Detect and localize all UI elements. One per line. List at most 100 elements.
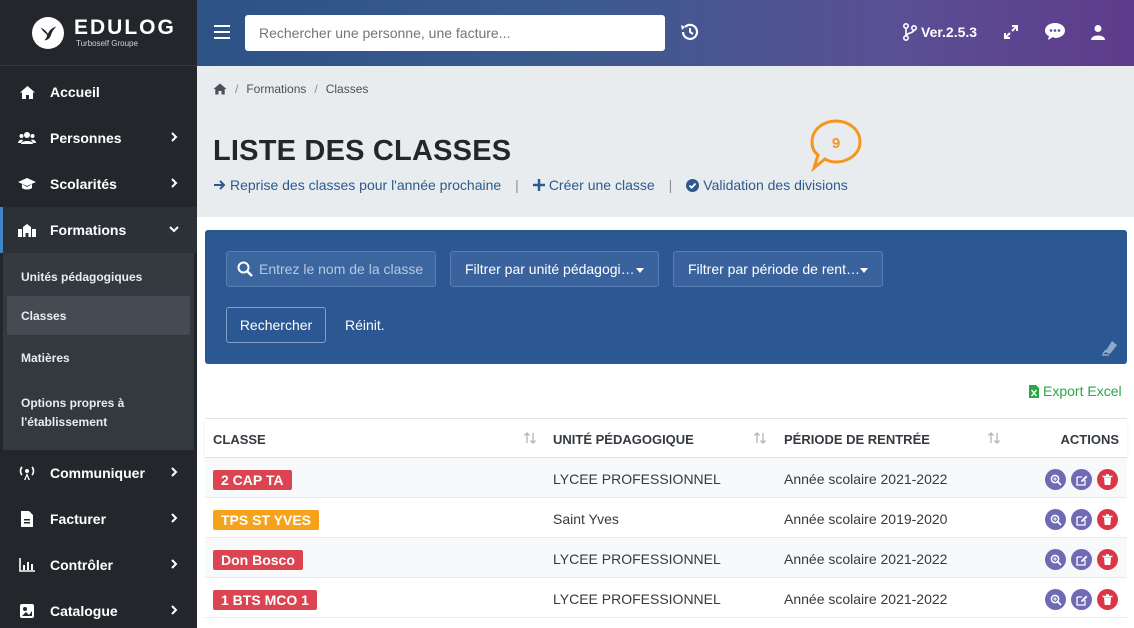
- delete-button[interactable]: [1097, 589, 1118, 610]
- sidebar-item-facturer[interactable]: Facturer: [0, 496, 197, 542]
- zoom-icon: [1050, 514, 1062, 526]
- period-cell: Année scolaire 2021-2022: [784, 471, 948, 487]
- column-header-periode[interactable]: PÉRIODE DE RENTRÉE: [784, 432, 930, 447]
- sidebar-item-accueil[interactable]: Accueil: [0, 69, 197, 115]
- filter-panel: Entrez le nom de la classe Filtrer par u…: [205, 230, 1127, 364]
- sort-icon[interactable]: [523, 431, 537, 445]
- reprise-classes-link[interactable]: Reprise des classes pour l'année prochai…: [213, 177, 501, 193]
- export-excel-button[interactable]: Export Excel: [1029, 383, 1122, 399]
- class-tag[interactable]: 1 BTS MCO 1: [213, 590, 317, 610]
- hamburger-menu-icon[interactable]: [214, 25, 230, 39]
- sidebar-item-catalogue[interactable]: Catalogue: [0, 588, 197, 628]
- row-actions: [1045, 549, 1123, 570]
- delete-button[interactable]: [1097, 509, 1118, 530]
- caret-down-icon: [636, 268, 644, 273]
- user-icon[interactable]: [1090, 24, 1106, 40]
- catalogue-icon: [17, 603, 37, 619]
- caret-down-icon: [860, 268, 868, 273]
- create-class-link[interactable]: Créer une classe: [532, 177, 655, 193]
- sidebar-item-scolarites[interactable]: Scolarités: [0, 161, 197, 207]
- class-tag[interactable]: 2 CAP TA: [213, 470, 292, 490]
- trash-icon: [1102, 473, 1113, 485]
- class-tag[interactable]: Don Bosco: [213, 550, 303, 570]
- column-header-actions: ACTIONS: [1060, 432, 1120, 447]
- topbar: Ver.2.5.3: [197, 0, 1134, 66]
- zoom-icon: [1050, 594, 1062, 606]
- sidebar-item-controler[interactable]: Contrôler: [0, 542, 197, 588]
- edit-icon: [1075, 515, 1087, 526]
- row-actions: [1045, 469, 1123, 490]
- edit-icon: [1075, 595, 1087, 606]
- submenu-item-matieres[interactable]: Matières: [3, 335, 194, 380]
- breadcrumb-formations[interactable]: Formations: [246, 82, 306, 96]
- view-button[interactable]: [1045, 549, 1066, 570]
- column-header-classe[interactable]: CLASSE: [213, 432, 266, 447]
- delete-button[interactable]: [1097, 469, 1118, 490]
- eraser-icon[interactable]: [1101, 338, 1119, 356]
- history-icon[interactable]: [679, 22, 699, 42]
- broadcast-icon: [17, 466, 37, 480]
- breadcrumb: / Formations / Classes: [213, 82, 368, 96]
- arrow-right-icon: [214, 180, 226, 190]
- submenu-item-label: Classes: [21, 308, 67, 323]
- edit-icon: [1075, 475, 1087, 486]
- class-tag[interactable]: TPS ST YVES: [213, 510, 319, 530]
- chevron-down-icon: [169, 226, 179, 233]
- sidebar-item-label: Facturer: [50, 511, 107, 527]
- graduation-cap-icon: [17, 177, 37, 191]
- reset-button[interactable]: Réinit.: [345, 317, 385, 333]
- table-row: 2 CAP TA LYCEE PROFESSIONNEL Année scola…: [205, 458, 1127, 498]
- sidebar: EDULOG Turboself Groupe Accueil Personne…: [0, 0, 197, 628]
- row-actions: [1045, 589, 1123, 610]
- home-icon: [17, 85, 37, 100]
- reprise-classes-label: Reprise des classes pour l'année prochai…: [230, 177, 502, 193]
- version-indicator[interactable]: Ver.2.5.3: [903, 23, 977, 41]
- view-button[interactable]: [1045, 509, 1066, 530]
- chat-icon[interactable]: [1044, 22, 1066, 42]
- sidebar-item-formations[interactable]: Formations: [0, 207, 197, 253]
- school-icon: [17, 223, 37, 238]
- chart-icon: [17, 558, 37, 572]
- home-icon[interactable]: [213, 83, 227, 95]
- edit-button[interactable]: [1071, 469, 1092, 490]
- edit-button[interactable]: [1071, 589, 1092, 610]
- search-icon: [237, 261, 253, 277]
- submenu-item-unites[interactable]: Unités pédagogiques: [3, 257, 194, 296]
- brand-subtitle: Turboself Groupe: [76, 38, 138, 48]
- view-button[interactable]: [1045, 469, 1066, 490]
- submenu-item-label: Options propres à l'établissement: [21, 396, 125, 429]
- search-button[interactable]: Rechercher: [226, 307, 326, 343]
- sidebar-item-label: Personnes: [50, 130, 122, 146]
- chevron-right-icon: [171, 513, 178, 523]
- column-header-unite[interactable]: UNITÉ PÉDAGOGIQUE: [553, 432, 694, 447]
- period-filter-select[interactable]: Filtrer par période de rent…: [673, 251, 883, 287]
- chevron-right-icon: [171, 467, 178, 477]
- formations-submenu: Unités pédagogiques Classes Matières Opt…: [3, 253, 194, 450]
- trash-icon: [1102, 593, 1113, 605]
- edit-icon: [1075, 555, 1087, 566]
- sidebar-item-communiquer[interactable]: Communiquer: [0, 450, 197, 496]
- global-search-input[interactable]: [245, 15, 665, 51]
- submenu-item-options[interactable]: Options propres à l'établissement: [3, 380, 194, 446]
- validation-divisions-link[interactable]: Validation des divisions: [686, 177, 848, 193]
- submenu-item-classes[interactable]: Classes: [7, 296, 190, 335]
- zoom-icon: [1050, 554, 1062, 566]
- sort-icon[interactable]: [753, 431, 767, 445]
- edit-button[interactable]: [1071, 549, 1092, 570]
- divider: |: [668, 177, 673, 193]
- divider: |: [515, 177, 519, 193]
- sidebar-item-label: Accueil: [50, 84, 100, 100]
- class-name-filter-input[interactable]: Entrez le nom de la classe: [226, 251, 436, 287]
- plus-icon: [532, 179, 545, 191]
- delete-button[interactable]: [1097, 549, 1118, 570]
- edit-button[interactable]: [1071, 509, 1092, 530]
- fullscreen-icon[interactable]: [1003, 24, 1019, 40]
- brand[interactable]: EDULOG Turboself Groupe: [0, 0, 197, 66]
- sidebar-item-personnes[interactable]: Personnes: [0, 115, 197, 161]
- classes-table: CLASSE UNITÉ PÉDAGOGIQUE PÉRIODE DE RENT…: [205, 418, 1127, 618]
- sort-icon[interactable]: [987, 431, 1001, 445]
- view-button[interactable]: [1045, 589, 1066, 610]
- unit-filter-select[interactable]: Filtrer par unité pédagogi…: [450, 251, 659, 287]
- sidebar-item-label: Communiquer: [50, 465, 145, 481]
- git-branch-icon: [903, 23, 917, 41]
